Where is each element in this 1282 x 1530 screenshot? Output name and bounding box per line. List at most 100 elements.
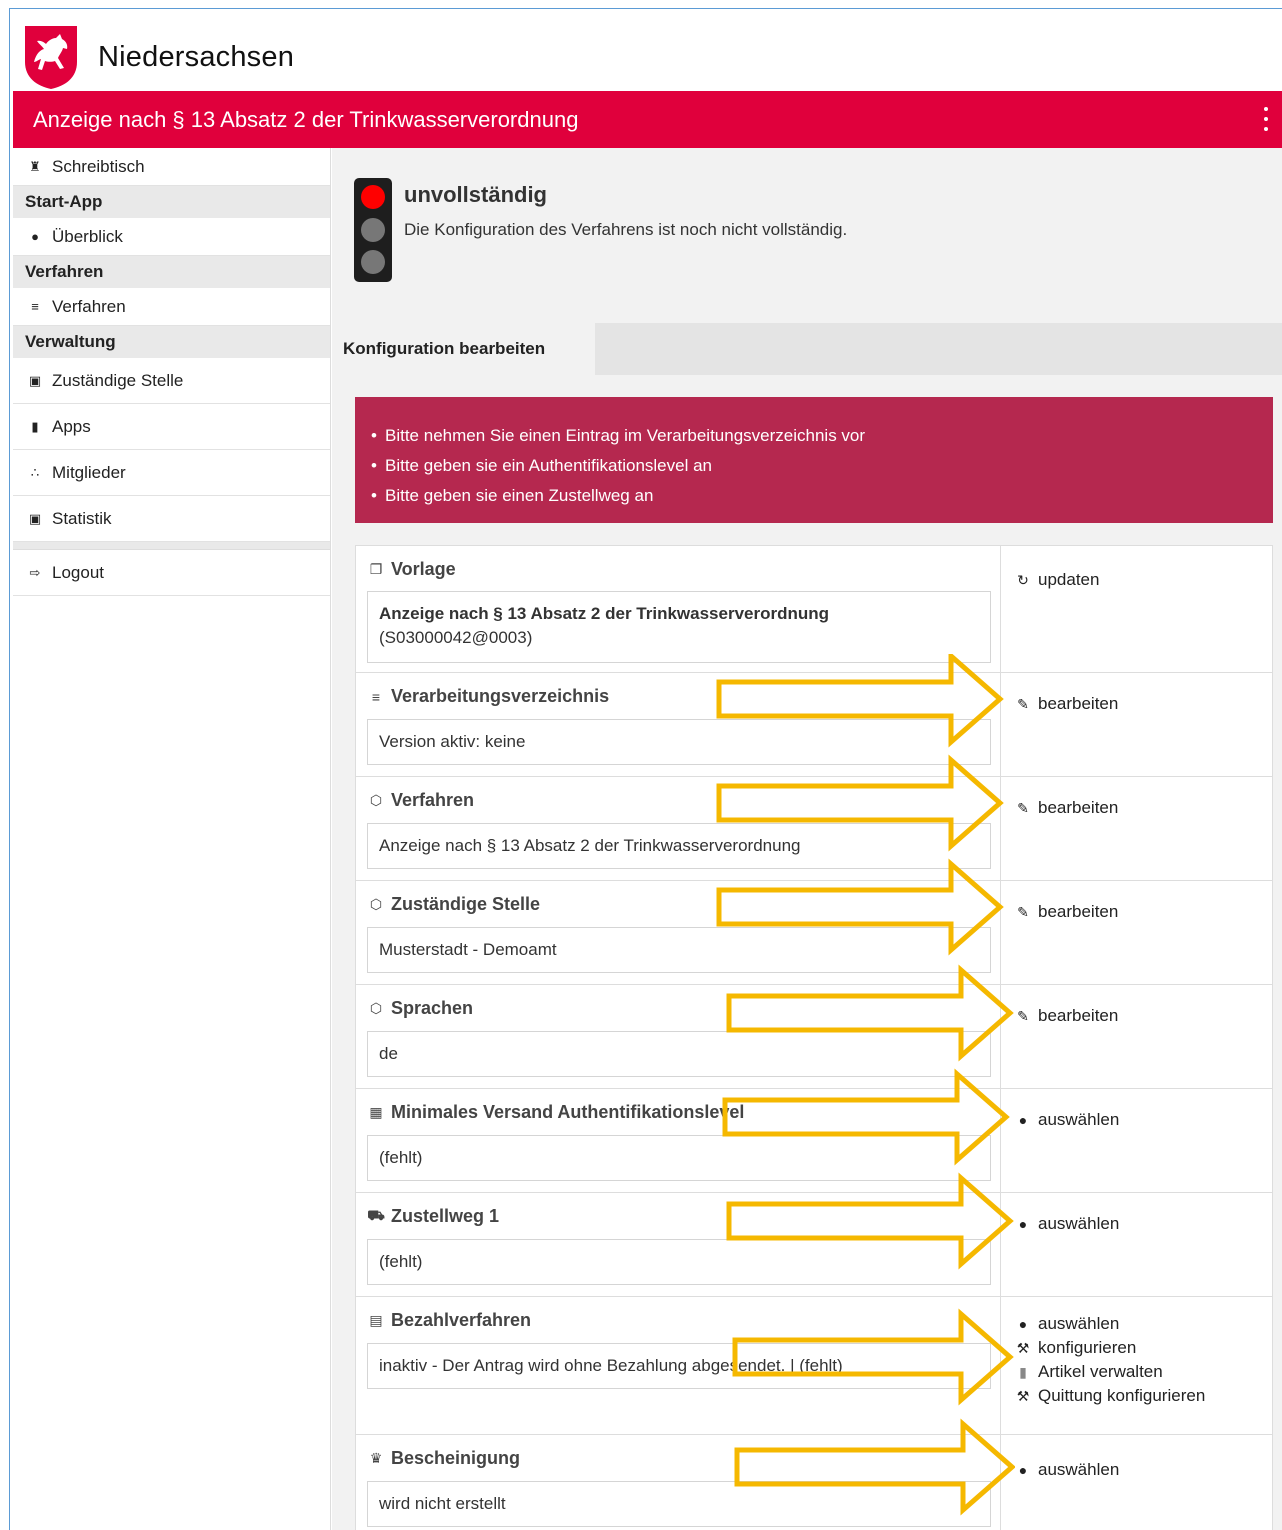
barcode-icon: ▮ [1019,1364,1027,1380]
bearbeiten-button[interactable]: ✎ bearbeiten [1014,796,1118,820]
auswaehlen-button[interactable]: ● auswählen [1014,1212,1120,1236]
sidebar-item-label: Logout [52,562,104,582]
quittung-konfigurieren-button[interactable]: ⚒ Quittung konfigurieren [1014,1384,1206,1408]
app-frame: Niedersachsen Anzeige nach § 13 Absatz 2… [9,8,1282,1530]
sidebar-item-apps[interactable]: ▮ Apps [13,404,330,450]
action-label: auswählen [1038,1110,1120,1129]
toggle-icon: ● [1018,1316,1028,1332]
row-label: Minimales Versand Authentifikationslevel [391,1102,745,1122]
tab-bar: Konfiguration bearbeiten [332,323,1282,375]
users-icon: ∴ [30,464,40,480]
arrow-icon [732,1308,1014,1406]
toggle-icon: ● [1018,1112,1028,1128]
auswaehlen-button[interactable]: ● auswählen [1014,1108,1120,1132]
action-label: bearbeiten [1038,694,1119,713]
row-label: Vorlage [391,559,456,579]
sidebar-item-logout[interactable]: ⇨ Logout [13,550,330,596]
action-label: Quittung konfigurieren [1038,1386,1206,1405]
row-label: Verfahren [391,790,475,810]
sidebar-item-label: Verfahren [52,296,126,316]
row-label: Bescheinigung [391,1448,521,1468]
header-bar: Anzeige nach § 13 Absatz 2 der Trinkwass… [13,91,1282,148]
sidebar-item-statistik[interactable]: ▣ Statistik [13,496,330,542]
alert-item: Bitte geben sie ein Authentifikationslev… [371,451,1273,481]
vorlage-title: Anzeige nach § 13 Absatz 2 der Trinkwass… [379,604,830,623]
konfigurieren-button[interactable]: ⚒ konfigurieren [1014,1336,1205,1360]
updaten-button[interactable]: ↻ updaten [1014,568,1099,592]
alert-item: Bitte geben sie einen Zustellweg an [371,481,1273,511]
sidebar-section-verwaltung: Verwaltung [13,326,330,358]
sidebar-item-label: Apps [52,416,91,436]
sidebar-section-verfahren: Verfahren [13,256,330,288]
sidebar-item-mitglieder[interactable]: ∴ Mitglieder [13,450,330,496]
action-label: bearbeiten [1038,798,1119,817]
bearbeiten-button[interactable]: ✎ bearbeiten [1014,900,1118,924]
artikel-verwalten-button[interactable]: ▮ Artikel verwalten [1014,1360,1205,1384]
action-label: bearbeiten [1038,902,1119,921]
sidebar-item-label: Überblick [52,226,123,246]
action-label: konfigurieren [1038,1338,1137,1357]
sidebar-divider [13,542,330,550]
sidebar-section-start-app: Start-App [13,186,330,218]
sidebar-item-ueberblick[interactable]: ● Überblick [13,218,330,256]
bearbeiten-button[interactable]: ✎ bearbeiten [1014,1004,1118,1028]
annotation-arrows [716,654,1015,1516]
arrow-icon [726,1172,1014,1270]
tab-konfiguration[interactable]: Konfiguration bearbeiten [332,323,595,375]
action-label: auswählen [1038,1314,1120,1333]
sidebar-item-label: Mitglieder [52,462,126,482]
arrow-icon [716,754,1004,852]
row-label: Zustellweg 1 [391,1206,500,1226]
niedersachsen-crest-icon [25,26,77,89]
action-label: bearbeiten [1038,1006,1119,1025]
cube-icon: ⬡ [369,896,383,912]
row-label: Zuständige Stelle [391,894,541,914]
brand-name: Niedersachsen [98,40,295,73]
sidebar: ♜ Schreibtisch Start-App ● Überblick Ver… [13,148,331,1530]
traffic-light-icon [354,178,392,282]
auswaehlen-button[interactable]: ● auswählen [1014,1312,1205,1336]
toggle-icon: ● [1018,1216,1028,1232]
action-label: Artikel verwalten [1038,1362,1163,1381]
row-label: Sprachen [391,998,474,1018]
list-icon: ≡ [31,299,39,314]
sidebar-item-label: Statistik [52,508,112,528]
arrow-icon [726,964,1014,1062]
crown-icon: ♛ [369,1450,383,1466]
action-label: updaten [1038,570,1100,589]
wrench-icon: ⚒ [1016,1388,1030,1404]
action-label: auswählen [1038,1214,1120,1233]
toggle-icon: ● [1018,1462,1028,1478]
pencil-icon: ✎ [1017,904,1029,920]
bearbeiten-button[interactable]: ✎ bearbeiten [1014,692,1118,716]
refresh-icon: ↻ [1017,572,1029,588]
kebab-menu-icon[interactable] [1263,107,1269,131]
credit-card-icon: ▤ [369,1312,383,1328]
sidebar-item-label: Schreibtisch [52,156,145,176]
page-title: Anzeige nach § 13 Absatz 2 der Trinkwass… [33,106,579,132]
error-alert: Bitte nehmen Sie einen Eintrag im Verarb… [355,397,1273,523]
sidebar-item-schreibtisch[interactable]: ♜ Schreibtisch [13,148,330,186]
arrow-icon [716,654,1004,748]
idcard-icon: ▦ [369,1104,383,1120]
status-panel: unvollständig Die Konfiguration des Verf… [332,148,1282,323]
list-icon: ≡ [371,688,381,705]
wrench-icon: ⚒ [1016,1340,1030,1356]
logout-icon: ⇨ [29,564,41,580]
alert-item: Bitte nehmen Sie einen Eintrag im Verarb… [371,421,1273,451]
sidebar-item-label: Zuständige Stelle [52,370,184,390]
sidebar-item-verfahren[interactable]: ≡ Verfahren [13,288,330,326]
pencil-icon: ✎ [1017,800,1029,816]
row-label: Verarbeitungsverzeichnis [391,686,610,706]
sidebar-item-zustaendige-stelle[interactable]: ▣ Zuständige Stelle [13,358,330,404]
truck-icon: ⛟ [367,1207,385,1223]
arrow-icon [734,1418,1015,1516]
copy-icon: ❐ [369,561,383,577]
book-icon: ▮ [31,418,39,434]
lightbulb-icon: ● [31,229,39,244]
auswaehlen-button[interactable]: ● auswählen [1014,1458,1120,1482]
status-text: Die Konfiguration des Verfahrens ist noc… [404,220,848,239]
home-icon: ♜ [29,158,41,174]
row-label: Bezahlverfahren [391,1310,532,1330]
chart-icon: ▣ [28,510,42,526]
